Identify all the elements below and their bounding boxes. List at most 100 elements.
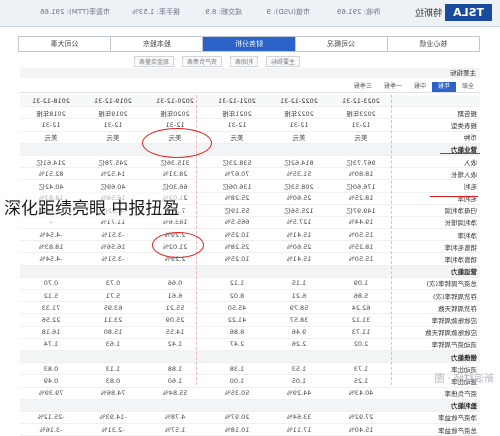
row-label: 销售毛利率 [392,240,480,253]
period-tab[interactable]: 全部 [456,82,480,92]
tab-item[interactable]: 股本股东 [111,37,204,51]
stat-pe: 市盈率(TTM): 291.66 [39,8,110,16]
stat-turnover-rate: 换手率: 1.53% [132,8,180,16]
subtab-item[interactable]: 现金流量表 [133,56,174,67]
table-cell: 18.25% [330,240,392,253]
table-cell: 11.73 [330,326,392,339]
financial-indicators-table: 2023-12-31 2022-12-31 2021-12-31 2020-12-31… [20,95,480,436]
table-row: 流动比率 1.73 1.53 1.38 1.88 1.13 0.83 [20,362,480,375]
table-cell: 1.63 [82,338,144,351]
table-row: 毛利 176.60亿 208.53亿 136.06亿 66.30亿 40.69亿 40.42… [20,179,480,192]
table-cell: 5.86 [330,289,392,302]
table-cell: 1.15 [268,277,330,290]
table-cell: 0.83 [82,374,144,387]
table-cell: -4.54% [20,228,82,241]
table-cell: 0.83 [20,362,82,375]
table-cell: 214.61亿 [20,155,82,168]
column-header[interactable]: 2022-12-31 [268,95,330,107]
table-row: 收入 967.73亿 814.62亿 538.23亿 315.36亿 245.78亿 214… [20,155,480,168]
table-row: 币种 美元 美元 美元 美元 美元 美元 [20,131,480,144]
table-cell: 美元 [20,131,82,144]
table-cell: 1.00 [206,374,268,387]
table-cell: 25.28% [206,192,268,205]
table-cell: 12-31 [206,118,268,132]
table-cell: 12-31 [330,118,392,132]
table-cell: 814.62亿 [268,155,330,168]
table-cell: 27.92% [330,411,392,424]
row-label: 收入增长 [392,167,480,180]
table-cell: 10.25% [206,252,268,266]
table-cell: -14.93% [82,411,144,424]
tab-item[interactable]: 公司概况 [295,37,388,51]
row-label: 归母净利润 [392,204,480,217]
table-cell: 美元 [330,131,392,144]
row-label: 流动资产周转率 [392,338,480,351]
table-cell: 12-31 [268,118,330,132]
table-cell: 2019年报 [82,106,144,119]
tab-item[interactable]: 财务分析 [203,37,296,51]
period-filter: 全部 年报 中报 一季报 三季报 [20,82,480,93]
subtab-item[interactable]: 资产负债表 [181,56,222,67]
table-cell: 1.53 [268,362,330,375]
table-cell: 40.43% [330,387,392,400]
table-cell: 1.12 [206,277,268,290]
table-cell: 9.46 [268,326,330,339]
table-cell: 55.84% [144,387,206,400]
stat-prev-close: 昨收: 291.69 [336,8,380,16]
period-tab[interactable]: 一季报 [378,82,408,92]
table-cell: 8.02 [206,289,268,302]
column-header[interactable]: 2019-12-31 [82,95,144,107]
subtab-item[interactable]: 利润表 [229,56,258,67]
tab-item[interactable]: 核心业绩 [388,37,479,51]
table-row: 速动比率 1.25 1.05 1.00 1.60 0.83 0.49 [20,374,480,387]
period-tab[interactable]: 年报 [431,82,456,92]
tab-item[interactable]: 公司大事 [18,37,112,51]
period-tab[interactable]: 三季报 [348,82,378,92]
table-row: 报告期 2023年报 2022年报 2021年报 2020年报 2019年报 2018年报 [20,106,480,119]
annotation-underline [440,153,480,154]
row-label: 报表类型 [392,118,480,132]
table-cell: 15.50% [330,252,392,266]
row-label: 应收账款周转率 [392,313,480,327]
table-group-row: 盈利能力 [20,399,480,412]
column-header[interactable] [392,95,480,107]
table-cell: 2.26 [268,338,330,351]
table-cell: 16.56% [82,240,144,253]
table-cell: 6.21 [268,289,330,302]
row-label: 存货周转率(次) [392,289,480,302]
table-cell: 19.44% [330,216,392,229]
table-row: 净资产收益率 27.92% 33.64% 20.97% 4.78% -14.93% -25.… [20,411,480,424]
table-row: 总资产周转率(次) 1.09 1.15 1.12 0.66 0.73 0.70 [20,277,480,290]
row-label: 报告期 [392,106,480,119]
table-cell: 538.23亿 [206,155,268,168]
column-header[interactable]: 2021-12-31 [206,95,268,107]
section-title: 主要指标 [20,68,480,78]
table-cell: 4.78% [144,411,206,424]
table-cell: 149.97亿 [330,204,392,217]
row-label: 资产负债率 [392,387,480,400]
table-row: 应收账款周转天数 11.73 9.46 8.86 14.55 15.80 16.18 [20,326,480,339]
table-cell: 0.49 [20,374,82,387]
group-label: 偿债能力 [20,350,480,363]
table-cell: 63.95 [82,301,144,314]
table-cell: 17.11% [268,423,330,436]
table-cell: 127.5% [268,216,330,229]
period-tab[interactable]: 中报 [408,82,432,92]
table-cell: 176.60亿 [330,179,392,192]
table-cell: 1.09 [330,277,392,290]
table-cell: 5.12 [20,289,82,302]
table-cell: 14.52% [82,167,144,180]
column-header[interactable]: 2018-12-31 [20,95,82,107]
stat-market-cap: 市值(USD): 9 [266,8,310,16]
table-cell: 25.28% [206,240,268,253]
subtab-item[interactable]: 主要指标 [265,56,300,67]
group-label: 盈利能力 [20,399,480,412]
column-header[interactable]: 2023-12-31 [330,95,392,107]
table-cell: 5.71 [82,289,144,302]
table-cell: 1.73 [330,362,392,375]
table-cell: 51.35% [268,167,330,180]
ticker-badge[interactable]: TSLA [445,4,492,21]
table-cell: 70.67% [206,167,268,180]
row-label: 应收账款周转天数 [392,326,480,339]
table-cell: 40.69亿 [82,179,144,192]
